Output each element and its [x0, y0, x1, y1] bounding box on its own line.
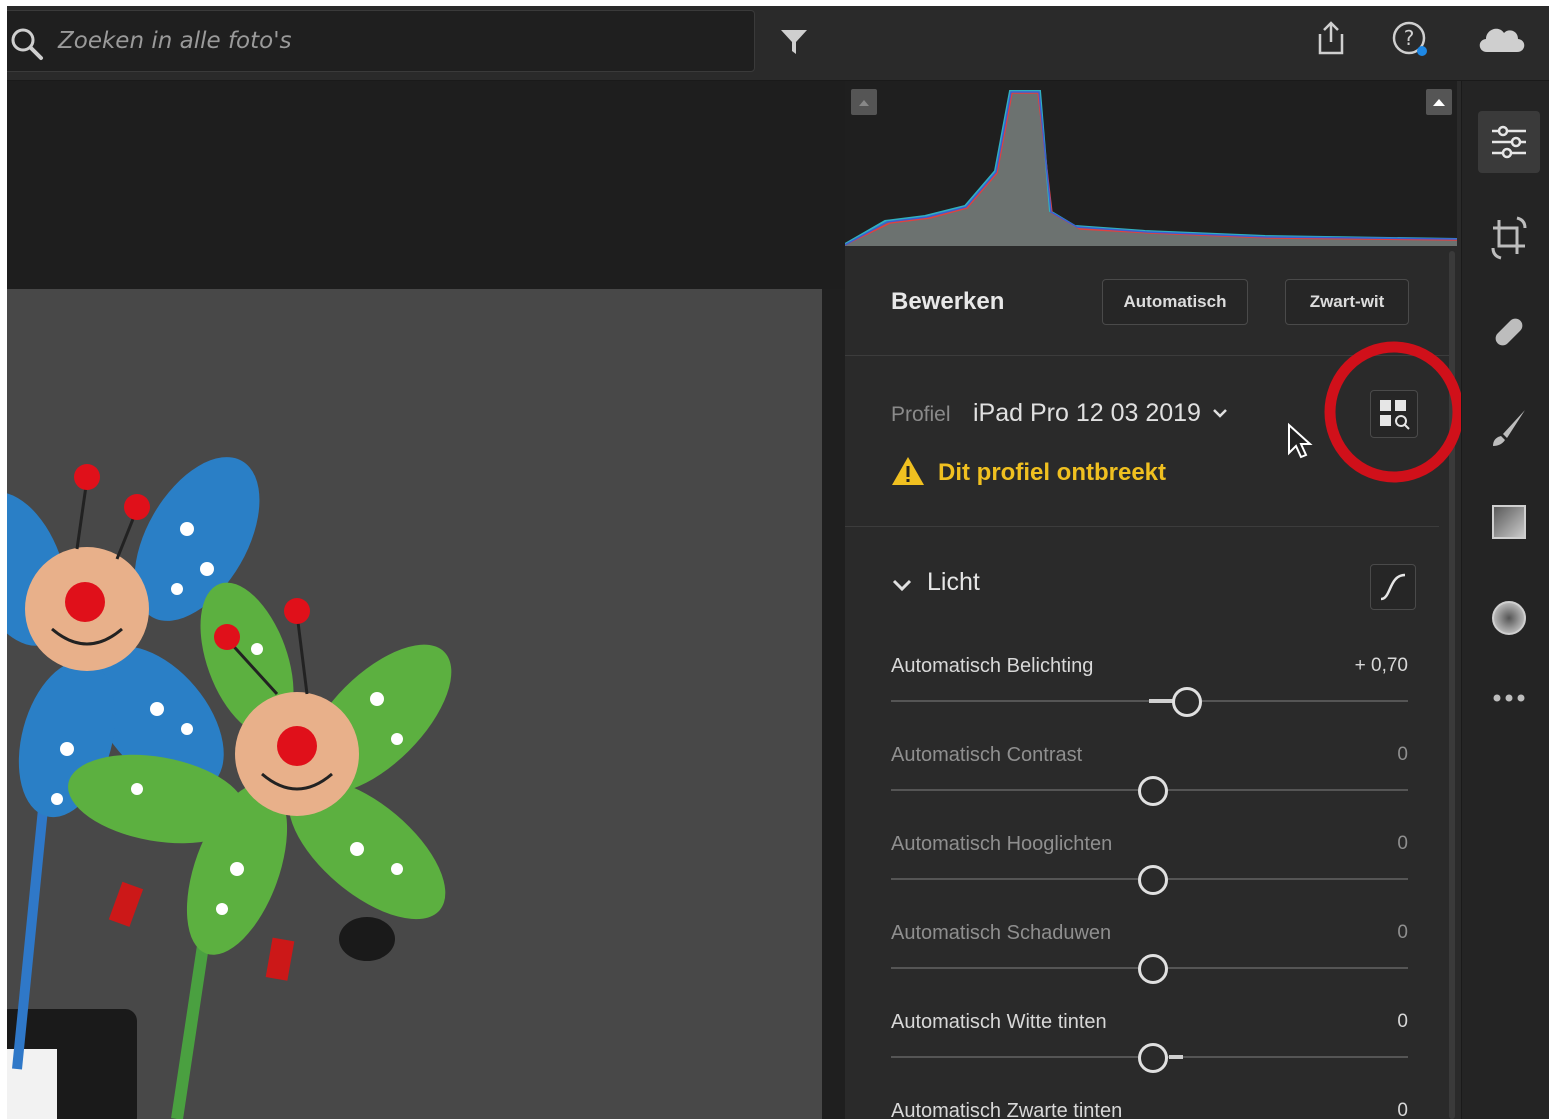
radial-gradient-button[interactable] [1478, 587, 1540, 649]
slider-thumb[interactable] [1138, 865, 1168, 895]
edit-panel: Bewerken Automatisch Zwart-wit Profiel i… [844, 81, 1464, 1119]
brush-tool-button[interactable] [1478, 397, 1540, 459]
section-title-light[interactable]: Licht [927, 568, 980, 597]
app-window: Zoeken in alle foto's ? Bewerken Automat… [7, 6, 1549, 1119]
mouse-cursor-icon [1288, 422, 1313, 459]
canvas-background [7, 81, 845, 289]
svg-text:?: ? [1404, 26, 1415, 50]
filter-icon[interactable] [779, 28, 809, 56]
search-input[interactable]: Zoeken in alle foto's [58, 28, 292, 54]
more-tools-button[interactable] [1478, 667, 1540, 729]
photo-preview[interactable] [7, 289, 822, 1119]
share-icon[interactable] [1315, 20, 1347, 56]
chevron-down-icon[interactable] [1211, 407, 1229, 421]
slider-whites: Automatisch Witte tinten 0 [891, 1011, 1408, 1081]
more-icon [1493, 694, 1525, 702]
tone-curve-button[interactable] [1370, 564, 1416, 610]
healing-icon [1495, 318, 1523, 346]
warning-icon [892, 457, 924, 485]
radial-gradient-icon [1492, 601, 1526, 635]
cloud-icon[interactable] [1475, 20, 1527, 56]
help-icon[interactable]: ? [1391, 20, 1431, 60]
linear-gradient-icon [1492, 505, 1526, 539]
slider-fill [1169, 1055, 1183, 1059]
black-white-button[interactable]: Zwart-wit [1285, 279, 1409, 325]
slider-thumb[interactable] [1172, 687, 1202, 717]
top-bar: Zoeken in alle foto's ? [7, 6, 1549, 81]
search-icon [11, 28, 43, 60]
linear-gradient-button[interactable] [1478, 491, 1540, 553]
profile-warning-text: Dit profiel ontbreekt [938, 459, 1167, 486]
highlight-clipping-toggle[interactable] [1426, 89, 1452, 115]
shadow-clipping-toggle[interactable] [851, 89, 877, 115]
profile-label: Profiel [891, 403, 951, 426]
auto-button[interactable]: Automatisch [1102, 279, 1248, 325]
slider-thumb[interactable] [1138, 776, 1168, 806]
chevron-down-icon[interactable] [891, 577, 913, 595]
healing-tool-button[interactable] [1478, 301, 1540, 363]
slider-blacks: Automatisch Zwarte tinten 0 [891, 1100, 1408, 1119]
edit-tool-button[interactable] [1478, 111, 1540, 173]
histogram [844, 81, 1458, 246]
slider-thumb[interactable] [1138, 1043, 1168, 1073]
slider-exposure: Automatisch Belichting + 0,70 [891, 655, 1408, 725]
search-box[interactable]: Zoeken in alle foto's [7, 10, 755, 72]
profile-dropdown[interactable]: iPad Pro 12 03 2019 [973, 399, 1201, 428]
panel-title: Bewerken [891, 288, 1005, 315]
curve-icon [1380, 573, 1406, 601]
brush-icon [1493, 410, 1525, 446]
slider-shadows: Automatisch Schaduwen 0 [891, 922, 1408, 992]
slider-highlights: Automatisch Hooglichten 0 [891, 833, 1408, 903]
highlight-circle [1324, 341, 1464, 483]
crop-icon [1491, 216, 1527, 260]
slider-thumb[interactable] [1138, 954, 1168, 984]
crop-tool-button[interactable] [1478, 207, 1540, 269]
photo-image [7, 289, 822, 1119]
divider [845, 526, 1439, 527]
tool-rail [1461, 81, 1549, 1119]
slider-contrast: Automatisch Contrast 0 [891, 744, 1408, 814]
edit-sliders-icon [1492, 125, 1526, 159]
